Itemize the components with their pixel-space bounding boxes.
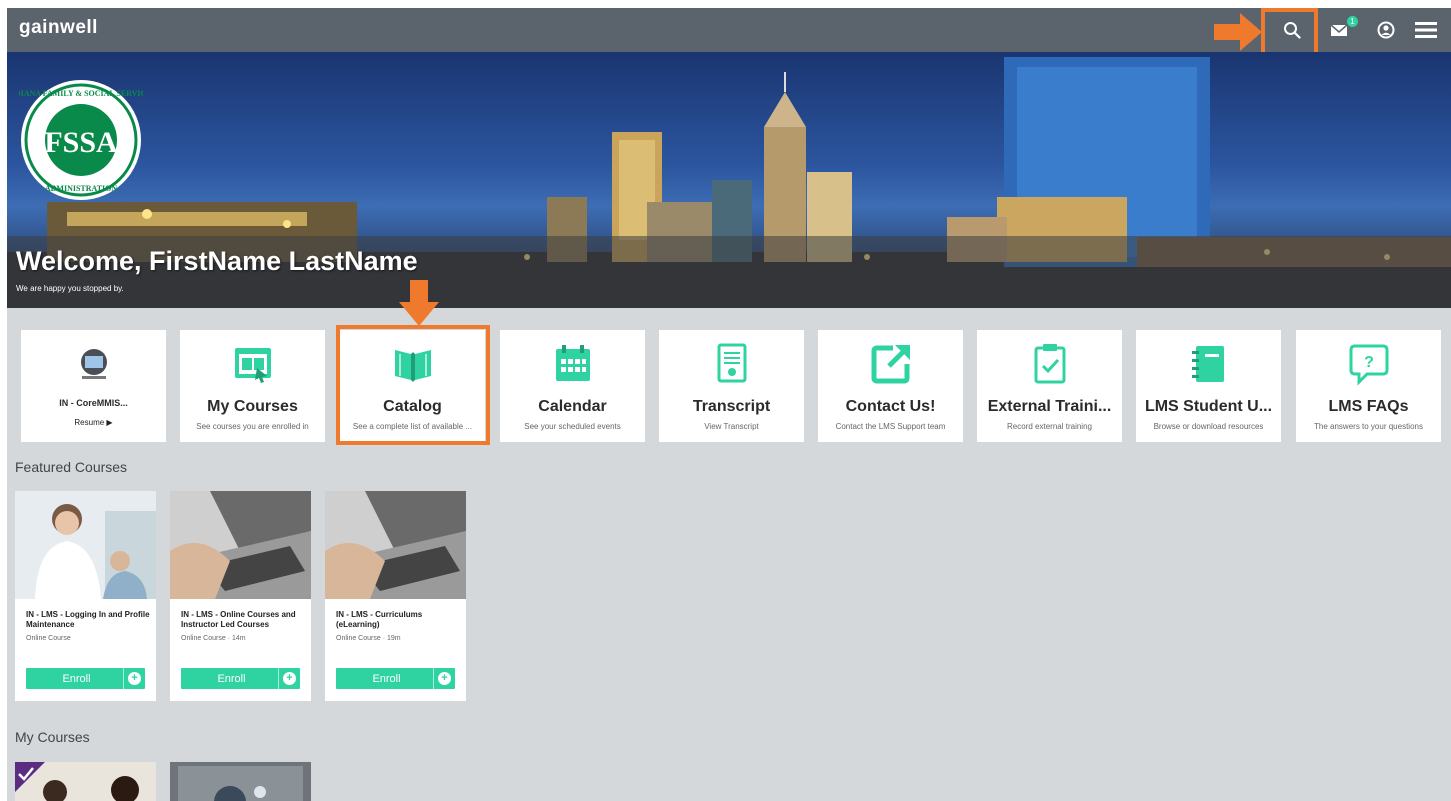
- course-card[interactable]: IN - LMS - Logging In and Profile Mainte…: [15, 491, 156, 701]
- course-meta: Online Course: [26, 635, 71, 642]
- user-profile-button[interactable]: [1371, 15, 1401, 45]
- annotation-arrow-right: [1214, 13, 1262, 51]
- tile-lms-faqs[interactable]: ? LMS FAQs The answers to your questions: [1296, 330, 1441, 442]
- tile-title: LMS Student U...: [1144, 398, 1273, 415]
- tile-title: LMS FAQs: [1328, 398, 1409, 415]
- search-button[interactable]: [1277, 15, 1307, 45]
- course-thumbnail-icon: [80, 349, 107, 379]
- page: gainwell 1 FSSA IANA FAMILY & SOCIAL SER…: [7, 8, 1451, 801]
- course-name[interactable]: IN - LMS - Curriculums (eLearning): [336, 610, 460, 630]
- course-meta: Online Course · 14m: [181, 635, 246, 642]
- fssa-seal-logo: FSSA INDIANA FAMILY & SOCIAL SERVICES AD…: [19, 80, 143, 200]
- tile-subtitle: See a complete list of available ...: [352, 422, 473, 431]
- svg-text:INDIANA FAMILY & SOCIAL SERVIC: INDIANA FAMILY & SOCIAL SERVICES: [19, 89, 143, 98]
- tile-catalog[interactable]: Catalog See a complete list of available…: [340, 330, 485, 442]
- user-circle-icon: [1377, 21, 1395, 39]
- svg-text:ADMINISTRATION: ADMINISTRATION: [45, 184, 118, 193]
- my-course-card[interactable]: [170, 762, 311, 801]
- tile-lms-student-user-guide[interactable]: LMS Student U... Browse or download reso…: [1136, 330, 1281, 442]
- course-card[interactable]: IN - LMS - Curriculums (eLearning) Onlin…: [325, 491, 466, 701]
- course-image-dental-office: [15, 491, 156, 599]
- book-icon: [394, 350, 431, 382]
- enroll-button[interactable]: Enroll +: [181, 668, 300, 689]
- hero-banner: FSSA INDIANA FAMILY & SOCIAL SERVICES AD…: [7, 52, 1451, 308]
- course-name[interactable]: IN - LMS - Online Courses and Instructor…: [181, 610, 305, 630]
- course-card[interactable]: IN - LMS - Online Courses and Instructor…: [170, 491, 311, 701]
- welcome-heading: Welcome, FirstName LastName: [16, 246, 418, 276]
- enroll-separator: [433, 668, 434, 689]
- tile-title: External Traini...: [987, 398, 1112, 415]
- enroll-button[interactable]: Enroll +: [336, 668, 455, 689]
- tile-subtitle: The answers to your questions: [1314, 422, 1423, 431]
- my-courses-heading: My Courses: [15, 729, 90, 745]
- course-name[interactable]: IN - LMS - Logging In and Profile Mainte…: [26, 610, 150, 630]
- tile-my-courses[interactable]: My Courses See courses you are enrolled …: [180, 330, 325, 442]
- tile-subtitle: See your scheduled events: [524, 422, 621, 431]
- my-course-card[interactable]: [15, 762, 156, 801]
- gainwell-logo[interactable]: gainwell: [19, 17, 98, 39]
- main-menu-button[interactable]: [1411, 15, 1441, 45]
- transcript-icon: [717, 343, 746, 383]
- my-course-image: [15, 762, 156, 801]
- svg-text:?: ?: [1364, 354, 1374, 371]
- course-image-laptop: [170, 491, 311, 599]
- enroll-separator: [278, 668, 279, 689]
- tile-calendar[interactable]: Calendar See your scheduled events: [500, 330, 645, 442]
- tile-subtitle: Contact the LMS Support team: [835, 422, 946, 431]
- external-link-icon: [871, 345, 910, 384]
- calendar-icon: [555, 345, 590, 381]
- hamburger-menu-icon: [1415, 22, 1437, 38]
- tile-title: Contact Us!: [845, 398, 936, 415]
- featured-courses-heading: Featured Courses: [15, 459, 128, 475]
- plus-circle-icon: +: [438, 672, 451, 685]
- welcome-subtitle: We are happy you stopped by.: [16, 284, 124, 293]
- tile-transcript[interactable]: Transcript View Transcript: [659, 330, 804, 442]
- course-image-laptop: [325, 491, 466, 599]
- tile-title: Transcript: [692, 398, 771, 415]
- course-meta: Online Course · 19m: [336, 635, 401, 642]
- top-bar: gainwell 1: [7, 8, 1451, 52]
- tile-title: Calendar: [538, 398, 607, 415]
- notebook-icon: [1191, 346, 1224, 382]
- my-course-image: [170, 762, 311, 801]
- svg-text:FSSA: FSSA: [44, 126, 118, 159]
- enroll-button[interactable]: Enroll +: [26, 668, 145, 689]
- mail-badge: 1: [1347, 16, 1358, 27]
- tile-contact-us[interactable]: Contact Us! Contact the LMS Support team: [818, 330, 963, 442]
- question-bubble-icon: ?: [1349, 344, 1388, 386]
- tile-resume-course[interactable]: IN - CoreMMIS... Resume ▶: [21, 330, 166, 442]
- messages-button[interactable]: 1: [1325, 15, 1358, 45]
- search-icon: [1284, 22, 1301, 39]
- tile-subtitle: Record external training: [1007, 422, 1092, 431]
- annotation-arrow-down: [399, 280, 439, 326]
- plus-circle-icon: +: [128, 672, 141, 685]
- tile-subtitle: View Transcript: [704, 422, 759, 431]
- tile-title: My Courses: [207, 398, 298, 415]
- tile-subtitle: See courses you are enrolled in: [196, 422, 309, 431]
- my-courses-icon: [234, 348, 271, 383]
- tile-subtitle: Browse or download resources: [1153, 422, 1264, 431]
- tile-external-training[interactable]: External Traini... Record external train…: [977, 330, 1122, 442]
- enroll-separator: [123, 668, 124, 689]
- clipboard-check-icon: [1034, 344, 1065, 384]
- plus-circle-icon: +: [283, 672, 296, 685]
- resume-link[interactable]: Resume ▶: [21, 418, 166, 427]
- tile-title: IN - CoreMMIS...: [59, 398, 128, 408]
- tile-title: Catalog: [383, 398, 442, 415]
